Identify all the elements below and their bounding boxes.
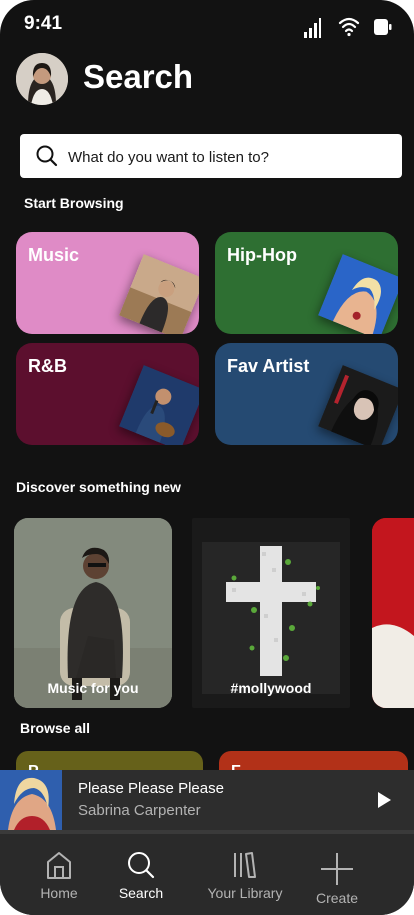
rnb-cover-image [119,365,199,445]
now-playing-bar[interactable]: Please Please Please Sabrina Carpenter [0,770,414,830]
home-icon [47,852,71,879]
plus-icon [321,853,353,885]
tile-label: Fav Artist [227,356,310,376]
search-bar[interactable] [20,134,402,180]
music-cover-image [119,254,199,334]
search-icon [36,145,58,172]
tile-r-and-b[interactable]: R&B [16,343,199,445]
now-playing-title: Please Please Please [78,780,224,797]
tile-music[interactable]: Music [16,232,199,334]
discover-card-mollywood[interactable]: #mollywood [192,518,350,708]
discover-card-music-for-you[interactable]: Music for you [14,518,172,708]
start-browsing-heading: Start Browsing [24,195,124,211]
tile-label: Hip-Hop [227,245,297,265]
tab-search[interactable]: Search [96,834,186,915]
tile-hip-hop[interactable]: Hip-Hop [215,232,398,334]
phone-screen: 9:41 Search What do you want to listen t… [0,0,414,915]
avatar[interactable] [16,53,68,105]
search-input[interactable] [66,134,390,180]
library-icon [234,852,256,878]
hip-hop-cover-image [318,254,398,334]
battery-icon [373,18,393,41]
tab-label: Search [118,885,164,901]
status-bar: 9:41 [0,0,414,50]
now-playing-artist: Sabrina Carpenter [78,802,201,819]
search-icon [128,852,155,879]
status-time: 9:41 [24,13,63,34]
fav-artist-cover-image [318,365,398,445]
tab-label: Your Library [207,885,283,901]
bottom-tab-bar: Home Search Your Library Create [0,834,414,915]
tab-home[interactable]: Home [14,834,104,915]
tile-label: R&B [28,356,67,376]
discover-card-label: Music for you [47,680,139,696]
discover-card-label: #mollywood [230,680,312,696]
play-icon [378,792,391,808]
play-button[interactable] [376,791,392,814]
now-playing-cover-image [0,770,62,830]
discover-heading: Discover something new [16,479,181,495]
page-header: Search [0,52,414,106]
browse-all-heading: Browse all [20,720,91,736]
page-title: Search [83,58,194,95]
partial-card-image [372,518,414,708]
tab-label: Create [315,890,359,906]
discover-card-partial[interactable] [372,518,414,708]
signal-icon [303,18,321,43]
tab-create[interactable]: Create [292,834,382,915]
tab-your-library[interactable]: Your Library [199,834,291,915]
tile-fav-artist[interactable]: Fav Artist [215,343,398,445]
wifi-icon [338,15,360,42]
tab-label: Home [40,885,78,901]
tile-label: Music [28,245,80,265]
